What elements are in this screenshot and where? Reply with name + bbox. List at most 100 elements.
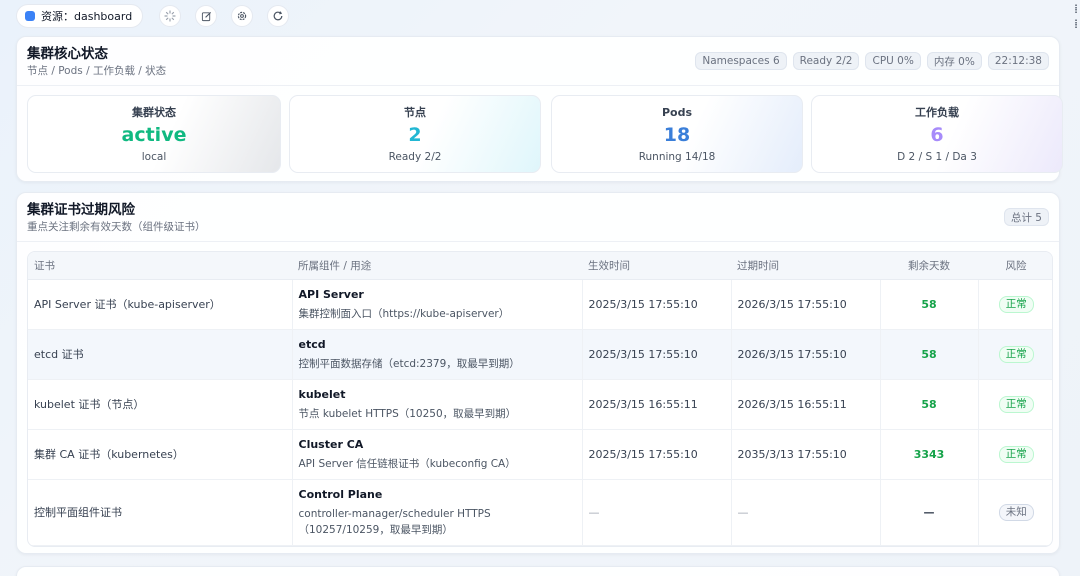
col-start[interactable]: 生效时间 <box>582 252 731 280</box>
risk-badge: 正常 <box>998 395 1034 413</box>
cell-cert: 集群 CA 证书（kubernetes） <box>28 429 292 480</box>
cell-start: 2025/3/15 16:55:11 <box>581 379 731 430</box>
next-panel <box>16 566 1060 576</box>
cert-risk-title: 集群证书过期风险 <box>27 202 135 218</box>
top-toolbar: 资源：dashboard <box>16 4 290 28</box>
card-value: 6 <box>930 124 944 146</box>
card-value: 18 <box>663 124 691 146</box>
resource-icon <box>25 11 35 21</box>
cert-risk-subtitle: 重点关注剩余有效天数（组件级证书） <box>27 221 206 233</box>
cluster-status-panel: 集群核心状态 节点 / Pods / 工作负载 / 状态 Namespaces … <box>16 36 1063 182</box>
cell-start: 2025/3/15 17:55:10 <box>581 279 731 330</box>
cell-start: — <box>581 479 731 546</box>
risk-badge: 正常 <box>998 345 1034 363</box>
table-row[interactable]: kubelet 证书（节点） kubelet 节点 kubelet HTTPS（… <box>28 379 1052 430</box>
cell-risk: 正常 <box>977 279 1052 330</box>
cert-table: 证书 所属组件 / 用途 生效时间 过期时间 剩余天数 风险 API Serve… <box>27 251 1053 547</box>
cell-start: 2025/3/15 17:55:10 <box>581 429 731 480</box>
cell-risk: 正常 <box>977 329 1052 380</box>
col-component[interactable]: 所属组件 / 用途 <box>292 252 582 280</box>
card-label: 节点 <box>404 106 426 119</box>
cell-risk: 未知 <box>977 479 1052 546</box>
cell-days: 58 <box>879 279 978 330</box>
component-usage: API Server 信任链根证书（kubeconfig CA） <box>298 457 516 470</box>
badge-ready: Ready 2/2 <box>792 52 860 70</box>
table-row[interactable]: 控制平面组件证书 Control Plane controller-manage… <box>28 479 1052 546</box>
cell-component: Control Plane controller-manager/schedul… <box>291 479 582 546</box>
cell-component: Cluster CA API Server 信任链根证书（kubeconfig … <box>291 429 582 480</box>
cell-cert: API Server 证书（kube-apiserver） <box>28 279 292 330</box>
component-name: etcd <box>298 337 326 351</box>
table-row[interactable]: API Server 证书（kube-apiserver） API Server… <box>28 279 1052 330</box>
component-usage: 节点 kubelet HTTPS（10250，取最早到期） <box>298 407 517 420</box>
badge-memory: 内存 0% <box>926 52 982 70</box>
table-row[interactable]: 集群 CA 证书（kubernetes） Cluster CA API Serv… <box>28 429 1052 480</box>
risk-badge: 正常 <box>998 445 1034 463</box>
edit-icon <box>201 11 211 21</box>
card-nodes[interactable]: 节点 2 Ready 2/2 <box>289 95 541 173</box>
total-badge: 总计 5 <box>1003 208 1049 226</box>
cluster-status-badges: Namespaces 6 Ready 2/2 CPU 0% 内存 0% 22:1… <box>695 52 1049 70</box>
refresh-icon <box>273 11 283 21</box>
card-label: 集群状态 <box>132 106 176 119</box>
card-value: 2 <box>408 124 422 146</box>
component-usage: 集群控制面入口（https://kube-apiserver） <box>298 307 510 320</box>
card-pods[interactable]: Pods 18 Running 14/18 <box>551 95 803 173</box>
card-sub: Running 14/18 <box>638 151 716 163</box>
cert-total: 总计 5 <box>1003 208 1049 226</box>
col-days[interactable]: 剩余天数 <box>880 252 978 280</box>
edge-icon-top: ⁞ <box>1074 2 1078 16</box>
col-cert[interactable]: 证书 <box>28 252 292 280</box>
settings-button[interactable] <box>231 5 254 27</box>
days-value: 58 <box>921 347 937 361</box>
edge-icon-bottom: ⁞ <box>1074 17 1078 31</box>
cell-days: 58 <box>879 379 978 430</box>
status-cards: 集群状态 active local 节点 2 Ready 2/2 Pods 18… <box>27 95 1063 175</box>
days-value: 58 <box>921 297 937 311</box>
cell-start: 2025/3/15 17:55:10 <box>581 329 731 380</box>
table-header: 证书 所属组件 / 用途 生效时间 过期时间 剩余天数 风险 <box>28 252 1052 280</box>
card-cluster-state[interactable]: 集群状态 active local <box>27 95 281 173</box>
days-value: 3343 <box>913 447 945 461</box>
edit-button[interactable] <box>195 5 218 27</box>
risk-badge: 未知 <box>998 503 1034 521</box>
card-value: active <box>121 124 187 146</box>
col-risk[interactable]: 风险 <box>978 252 1052 280</box>
cell-expire: 2026/3/15 16:55:11 <box>730 379 880 430</box>
cell-expire: 2026/3/15 17:55:10 <box>730 329 880 380</box>
cell-component: etcd 控制平面数据存储（etcd:2379，取最早到期） <box>291 329 582 380</box>
resource-selector[interactable]: 资源：dashboard <box>16 4 144 28</box>
cell-days: 58 <box>879 329 978 380</box>
card-label: 工作负载 <box>915 106 959 119</box>
component-name: kubelet <box>298 387 346 401</box>
loading-icon <box>164 10 176 22</box>
component-usage: controller-manager/scheduler HTTPS（10257… <box>298 507 491 536</box>
cert-risk-panel: 集群证书过期风险 重点关注剩余有效天数（组件级证书） 总计 5 证书 所属组件 … <box>16 192 1060 554</box>
panel-divider <box>17 241 1059 242</box>
card-label: Pods <box>661 106 693 119</box>
cell-expire: 2026/3/15 17:55:10 <box>730 279 880 330</box>
cell-expire: — <box>730 479 880 546</box>
cluster-status-title: 集群核心状态 <box>27 46 108 62</box>
cell-cert: 控制平面组件证书 <box>28 479 292 546</box>
table-row[interactable]: etcd 证书 etcd 控制平面数据存储（etcd:2379，取最早到期） 2… <box>28 329 1052 380</box>
days-value: — <box>923 505 935 519</box>
loading-button[interactable] <box>159 5 182 27</box>
cell-expire: 2035/3/13 17:55:10 <box>730 429 880 480</box>
card-sub: D 2 / S 1 / Da 3 <box>897 151 977 163</box>
resource-label: 资源：dashboard <box>41 10 133 23</box>
card-workloads[interactable]: 工作负载 6 D 2 / S 1 / Da 3 <box>811 95 1063 173</box>
component-name: API Server <box>298 287 364 301</box>
cell-days: — <box>879 479 978 546</box>
col-expire[interactable]: 过期时间 <box>731 252 880 280</box>
cell-risk: 正常 <box>977 429 1052 480</box>
cell-cert: etcd 证书 <box>28 329 292 380</box>
cell-component: API Server 集群控制面入口（https://kube-apiserve… <box>291 279 582 330</box>
days-value: 58 <box>921 397 937 411</box>
component-name: Cluster CA <box>298 437 364 451</box>
card-sub: Ready 2/2 <box>388 151 442 163</box>
cluster-status-subtitle: 节点 / Pods / 工作负载 / 状态 <box>27 65 167 77</box>
badge-namespaces: Namespaces 6 <box>695 52 787 70</box>
settings-icon <box>238 11 247 21</box>
refresh-button[interactable] <box>267 5 290 27</box>
